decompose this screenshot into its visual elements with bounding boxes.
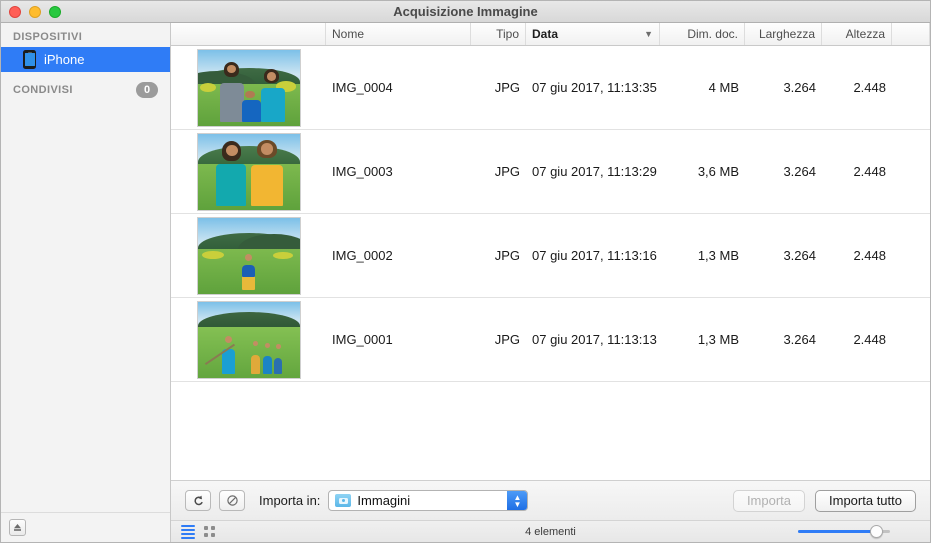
thumbnail-cell bbox=[171, 132, 326, 211]
title-bar: Acquisizione Immagine bbox=[1, 1, 930, 23]
photo-thumbnail bbox=[196, 132, 301, 211]
cell-altezza: 2.448 bbox=[853, 80, 886, 95]
column-header-tipo[interactable]: Tipo bbox=[471, 23, 526, 45]
photo-thumbnail bbox=[196, 300, 301, 379]
sidebar: DISPOSITIVI iPhone CONDIVISI 0 bbox=[1, 23, 171, 542]
zoom-button[interactable] bbox=[49, 5, 61, 18]
column-header-thumbnail[interactable] bbox=[171, 23, 326, 45]
column-header-filler bbox=[892, 23, 930, 45]
photo-thumbnail bbox=[196, 48, 301, 127]
thumbnail-size-slider[interactable] bbox=[798, 525, 890, 539]
cell-tipo: JPG bbox=[494, 80, 520, 95]
cell-larghezza: 3.264 bbox=[783, 80, 816, 95]
import-button[interactable]: Importa bbox=[732, 489, 806, 512]
window-body: DISPOSITIVI iPhone CONDIVISI 0 Nome Tipo… bbox=[1, 23, 930, 542]
window-title: Acquisizione Immagine bbox=[393, 4, 538, 19]
minimize-button[interactable] bbox=[29, 5, 41, 18]
cell-larghezza: 3.264 bbox=[783, 332, 816, 347]
column-label: Larghezza bbox=[758, 27, 815, 41]
view-mode-toggle bbox=[181, 524, 215, 539]
destination-popup-menu[interactable]: Immagini ▲ ▼ bbox=[328, 490, 529, 511]
slider-knob[interactable] bbox=[869, 525, 883, 538]
cell-data: 07 giu 2017, 11:13:16 bbox=[532, 248, 657, 263]
images-folder-icon bbox=[335, 494, 352, 507]
grid-view-icon[interactable] bbox=[204, 526, 215, 537]
destination-value: Immagini bbox=[357, 493, 411, 508]
window-controls bbox=[1, 5, 61, 18]
iphone-icon bbox=[23, 50, 36, 69]
cell-tipo: JPG bbox=[494, 332, 520, 347]
column-label: Data bbox=[532, 27, 559, 41]
table-column-header: Nome Tipo Data ▼ Dim. doc. Larghezza Alt… bbox=[171, 23, 930, 46]
cell-nome: IMG_0001 bbox=[332, 332, 393, 347]
sidebar-item-iphone[interactable]: iPhone bbox=[1, 47, 170, 72]
list-view-icon[interactable] bbox=[181, 524, 195, 539]
cell-dim-doc: 3,6 MB bbox=[697, 164, 739, 179]
thumbnail-cell bbox=[171, 300, 326, 379]
cell-altezza: 2.448 bbox=[853, 248, 886, 263]
cell-dim-doc: 1,3 MB bbox=[697, 332, 739, 347]
eject-icon[interactable] bbox=[9, 519, 26, 536]
table-row[interactable]: IMG_0004 JPG 07 giu 2017, 11:13:35 4 MB … bbox=[171, 46, 930, 130]
slider-fill bbox=[798, 530, 877, 533]
thumbnail-cell bbox=[171, 48, 326, 127]
up-down-chevron-icon[interactable]: ▲ ▼ bbox=[507, 491, 528, 510]
shared-count-badge: 0 bbox=[136, 82, 158, 98]
sidebar-section-header-devices: DISPOSITIVI bbox=[13, 31, 83, 43]
cell-dim-doc: 1,3 MB bbox=[697, 248, 739, 263]
cell-larghezza: 3.264 bbox=[783, 248, 816, 263]
content-area: Nome Tipo Data ▼ Dim. doc. Larghezza Alt… bbox=[171, 23, 930, 542]
column-label: Dim. doc. bbox=[687, 27, 738, 41]
column-label: Tipo bbox=[496, 27, 519, 41]
table-row[interactable]: IMG_0003 JPG 07 giu 2017, 11:13:29 3,6 M… bbox=[171, 130, 930, 214]
table-row[interactable]: IMG_0002 JPG 07 giu 2017, 11:13:16 1,3 M… bbox=[171, 214, 930, 298]
column-label: Nome bbox=[332, 27, 365, 41]
cell-data: 07 giu 2017, 11:13:35 bbox=[532, 80, 657, 95]
column-header-data[interactable]: Data ▼ bbox=[526, 23, 660, 45]
cell-altezza: 2.448 bbox=[853, 164, 886, 179]
chevron-down-icon: ▼ bbox=[644, 29, 653, 39]
column-header-nome[interactable]: Nome bbox=[326, 23, 471, 45]
sidebar-section-header-shared: CONDIVISI 0 bbox=[1, 72, 170, 102]
cell-nome: IMG_0002 bbox=[332, 248, 393, 263]
cell-data: 07 giu 2017, 11:13:29 bbox=[532, 164, 657, 179]
cell-tipo: JPG bbox=[494, 248, 520, 263]
column-header-dim-doc[interactable]: Dim. doc. bbox=[660, 23, 745, 45]
file-table: IMG_0004 JPG 07 giu 2017, 11:13:35 4 MB … bbox=[171, 46, 930, 480]
sidebar-footer bbox=[1, 512, 170, 542]
cell-tipo: JPG bbox=[494, 164, 520, 179]
column-header-larghezza[interactable]: Larghezza bbox=[745, 23, 822, 45]
cell-nome: IMG_0004 bbox=[332, 80, 393, 95]
table-row[interactable]: IMG_0001 JPG 07 giu 2017, 11:13:13 1,3 M… bbox=[171, 298, 930, 382]
import-all-button[interactable]: Importa tutto bbox=[815, 489, 916, 512]
import-toolbar: Importa in: Immagini ▲ ▼ Importa Importa … bbox=[171, 480, 930, 520]
cell-altezza: 2.448 bbox=[853, 332, 886, 347]
cell-dim-doc: 4 MB bbox=[708, 80, 739, 95]
close-button[interactable] bbox=[9, 5, 21, 18]
sidebar-section-label: CONDIVISI bbox=[13, 84, 73, 96]
cell-data: 07 giu 2017, 11:13:13 bbox=[532, 332, 657, 347]
photo-thumbnail bbox=[196, 216, 301, 295]
cell-larghezza: 3.264 bbox=[783, 164, 816, 179]
import-to-label: Importa in: bbox=[259, 493, 321, 508]
prohibited-icon[interactable] bbox=[219, 490, 245, 511]
thumbnail-cell bbox=[171, 216, 326, 295]
rotate-counterclockwise-icon[interactable] bbox=[185, 490, 211, 511]
column-header-altezza[interactable]: Altezza bbox=[822, 23, 892, 45]
image-capture-window: Acquisizione Immagine DISPOSITIVI iPhone… bbox=[0, 0, 931, 543]
column-label: Altezza bbox=[845, 27, 885, 41]
status-bar: 4 elementi bbox=[171, 520, 930, 542]
sidebar-item-label: iPhone bbox=[44, 52, 85, 67]
cell-nome: IMG_0003 bbox=[332, 164, 393, 179]
